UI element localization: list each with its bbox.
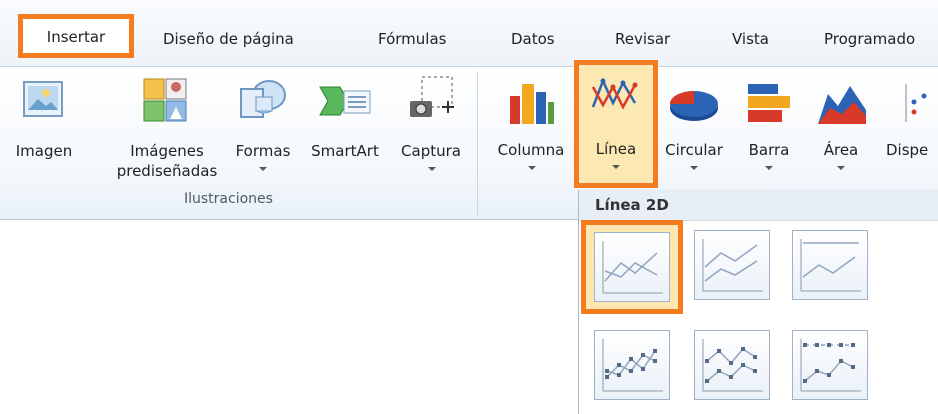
columna-button[interactable]: Columna	[490, 74, 572, 184]
stacked-line-markers-thumbnail[interactable]	[694, 330, 770, 400]
chevron-down-icon	[837, 166, 845, 170]
smartart-label: SmartArt	[311, 142, 379, 160]
tab-datos[interactable]: Datos	[511, 30, 555, 48]
chevron-down-icon	[428, 167, 436, 171]
dispersion-label: Dispe	[886, 141, 929, 159]
100-stacked-line-markers-icon	[800, 339, 861, 392]
column-chart-icon	[510, 84, 554, 124]
barra-label: Barra	[748, 141, 790, 159]
line-markers-icon	[602, 339, 663, 392]
captura-button[interactable]: Captura	[388, 75, 474, 185]
dispersion-button[interactable]: Dispe	[880, 74, 938, 184]
circular-label: Circular	[665, 141, 723, 159]
barra-button[interactable]: Barra	[734, 74, 804, 184]
circular-button[interactable]: Circular	[656, 74, 732, 184]
bar-chart-icon	[748, 84, 790, 122]
smartart-button[interactable]: SmartArt	[304, 75, 386, 185]
tab-diseno-de-pagina[interactable]: Diseño de página	[163, 30, 294, 48]
gallery-section-title: Línea 2D	[595, 196, 669, 214]
stacked-line-icon	[702, 239, 763, 292]
smartart-icon	[319, 86, 371, 116]
imagen-label: Imagen	[15, 142, 73, 160]
100-stacked-line-markers-thumbnail[interactable]	[792, 330, 868, 400]
linea-button[interactable]: Línea	[579, 65, 653, 183]
imagenes-label: Imágenes	[130, 142, 204, 160]
image-icon	[23, 81, 63, 117]
tab-vista[interactable]: Vista	[732, 30, 769, 48]
imagenes-prediseñadas-button[interactable]: Imágenes prediseñadas	[108, 75, 226, 185]
tab-programador[interactable]: Programado	[824, 30, 915, 48]
tab-revisar[interactable]: Revisar	[615, 30, 670, 48]
area-label: Área	[823, 141, 859, 159]
area-chart-icon	[818, 86, 866, 124]
line-chart-icon	[591, 77, 638, 110]
stacked-line-markers-icon	[702, 339, 763, 392]
chevron-down-icon	[612, 165, 620, 169]
tab-label: Insertar	[46, 28, 106, 46]
formas-button[interactable]: Formas	[228, 75, 298, 185]
imagen-button[interactable]: Imagen	[14, 75, 74, 185]
pie-chart-icon	[670, 91, 718, 121]
area-button[interactable]: Área	[806, 74, 876, 184]
prediseñadas-label: prediseñadas	[116, 162, 218, 180]
100-stacked-line-thumbnail[interactable]	[792, 230, 868, 300]
screenshot-icon	[410, 76, 454, 117]
stacked-line-thumbnail[interactable]	[694, 230, 770, 300]
100-stacked-line-icon	[800, 239, 861, 292]
line-icon	[602, 241, 663, 294]
columna-label: Columna	[497, 141, 565, 159]
tab-insertar[interactable]: Insertar	[18, 14, 134, 58]
line-thumbnail[interactable]	[594, 232, 670, 302]
chevron-down-icon	[528, 166, 536, 170]
tab-formulas[interactable]: Fórmulas	[378, 30, 446, 48]
chevron-down-icon	[259, 167, 267, 171]
clipart-icon	[143, 78, 187, 122]
captura-label: Captura	[401, 142, 461, 160]
chevron-down-icon	[690, 166, 698, 170]
shapes-icon	[240, 80, 286, 118]
group-separator	[477, 71, 478, 215]
chevron-down-icon	[765, 166, 773, 170]
scatter-chart-icon	[905, 84, 927, 122]
linea-label: Línea	[595, 140, 637, 158]
gallery-section-header: Línea 2D	[579, 190, 938, 221]
ribbon-tab-bar: Insertar Diseño de página Fórmulas Datos…	[0, 0, 938, 66]
formas-label: Formas	[235, 142, 291, 160]
group-label-ilustraciones: Ilustraciones	[184, 191, 273, 207]
line-markers-thumbnail[interactable]	[594, 330, 670, 400]
